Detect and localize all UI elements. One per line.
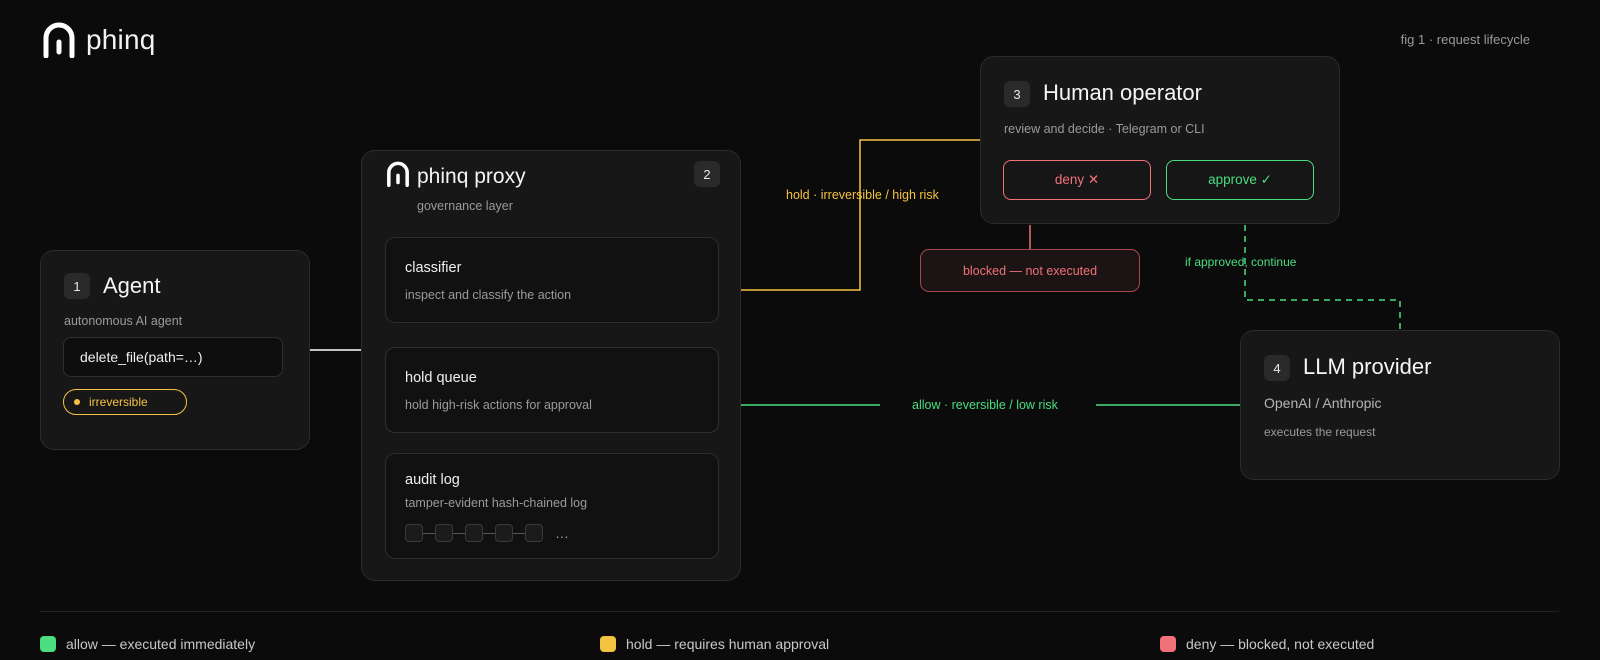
step-badge: 3	[1004, 81, 1030, 107]
phinq-logo-icon	[387, 161, 409, 187]
legend-label: deny — blocked, not executed	[1186, 636, 1375, 652]
chain-link	[453, 532, 465, 534]
proxy-subtitle: governance layer	[417, 199, 513, 213]
stage-desc: hold high-risk actions for approval	[405, 398, 592, 412]
step-badge: 1	[64, 273, 90, 299]
approve-button[interactable]: approve ✓	[1166, 160, 1314, 200]
stage-title: hold queue	[405, 370, 477, 386]
hold-edge-label: hold · irreversible / high risk	[786, 188, 939, 202]
deny-button[interactable]: deny ✕	[1003, 160, 1151, 200]
chain-ellipsis: …	[555, 525, 569, 541]
brand-name: phinq	[86, 24, 156, 55]
legend-swatch	[600, 636, 616, 652]
agent-card: 1 Agent autonomous AI agent delete_file(…	[40, 250, 310, 450]
agent-title: Agent	[103, 273, 161, 298]
tag-dot-icon	[74, 399, 80, 405]
legend-swatch	[1160, 636, 1176, 652]
chain-block	[405, 524, 423, 542]
tool-call: delete_file(path=…)	[63, 337, 283, 377]
proxy-card: phinq proxy governance layer 2 classifie…	[361, 150, 741, 581]
operator-card: 3 Human operator review and decide · Tel…	[980, 56, 1340, 224]
stage-hold-queue: hold queue hold high-risk actions for ap…	[385, 347, 719, 433]
tag-label: irreversible	[89, 395, 148, 409]
legend-item-hold: hold — requires human approval	[600, 636, 829, 652]
llm-desc: executes the request	[1264, 425, 1376, 439]
chain-link	[483, 532, 495, 534]
legend-item-allow: allow — executed immediately	[40, 636, 255, 652]
legend-divider	[40, 611, 1559, 612]
approved-edge-label: if approved, continue	[1185, 255, 1297, 269]
chain-block	[435, 524, 453, 542]
agent-subtitle: autonomous AI agent	[64, 314, 183, 328]
chain-block	[525, 524, 543, 542]
legend-label: allow — executed immediately	[66, 636, 256, 652]
hash-chain: …	[405, 524, 569, 542]
proxy-title: phinq proxy	[417, 165, 526, 188]
llm-title: LLM provider	[1303, 354, 1432, 379]
legend-label: hold — requires human approval	[626, 636, 830, 652]
step-badge: 2	[694, 161, 720, 187]
chain-link	[423, 532, 435, 534]
brand: phinq	[42, 20, 156, 60]
stage-title: classifier	[405, 260, 462, 276]
figure-label: fig 1 · request lifecycle	[1400, 32, 1530, 47]
phinq-logo-icon	[43, 22, 75, 58]
stage-title: audit log	[405, 472, 460, 488]
stage-desc: inspect and classify the action	[405, 288, 572, 302]
operator-subtitle: review and decide · Telegram or CLI	[1004, 122, 1205, 136]
edge-approve-llm	[1244, 225, 1401, 330]
llm-provider-card: 4 LLM provider OpenAI / Anthropic execut…	[1240, 330, 1560, 480]
legend-item-deny: deny — blocked, not executed	[1160, 636, 1374, 652]
operator-title: Human operator	[1043, 80, 1202, 105]
allow-edge-label: allow · reversible / low risk	[912, 398, 1058, 412]
blocked-status: blocked — not executed	[920, 249, 1140, 292]
stage-desc: tamper-evident hash-chained log	[405, 496, 588, 510]
chain-block	[465, 524, 483, 542]
stage-audit-log: audit log tamper-evident hash-chained lo…	[385, 453, 719, 559]
irreversible-tag: irreversible	[63, 389, 187, 415]
legend-swatch	[40, 636, 56, 652]
chain-link	[513, 532, 525, 534]
stage-classifier: classifier inspect and classify the acti…	[385, 237, 719, 323]
step-badge: 4	[1264, 355, 1290, 381]
llm-subtitle: OpenAI / Anthropic	[1264, 395, 1382, 411]
chain-block	[495, 524, 513, 542]
